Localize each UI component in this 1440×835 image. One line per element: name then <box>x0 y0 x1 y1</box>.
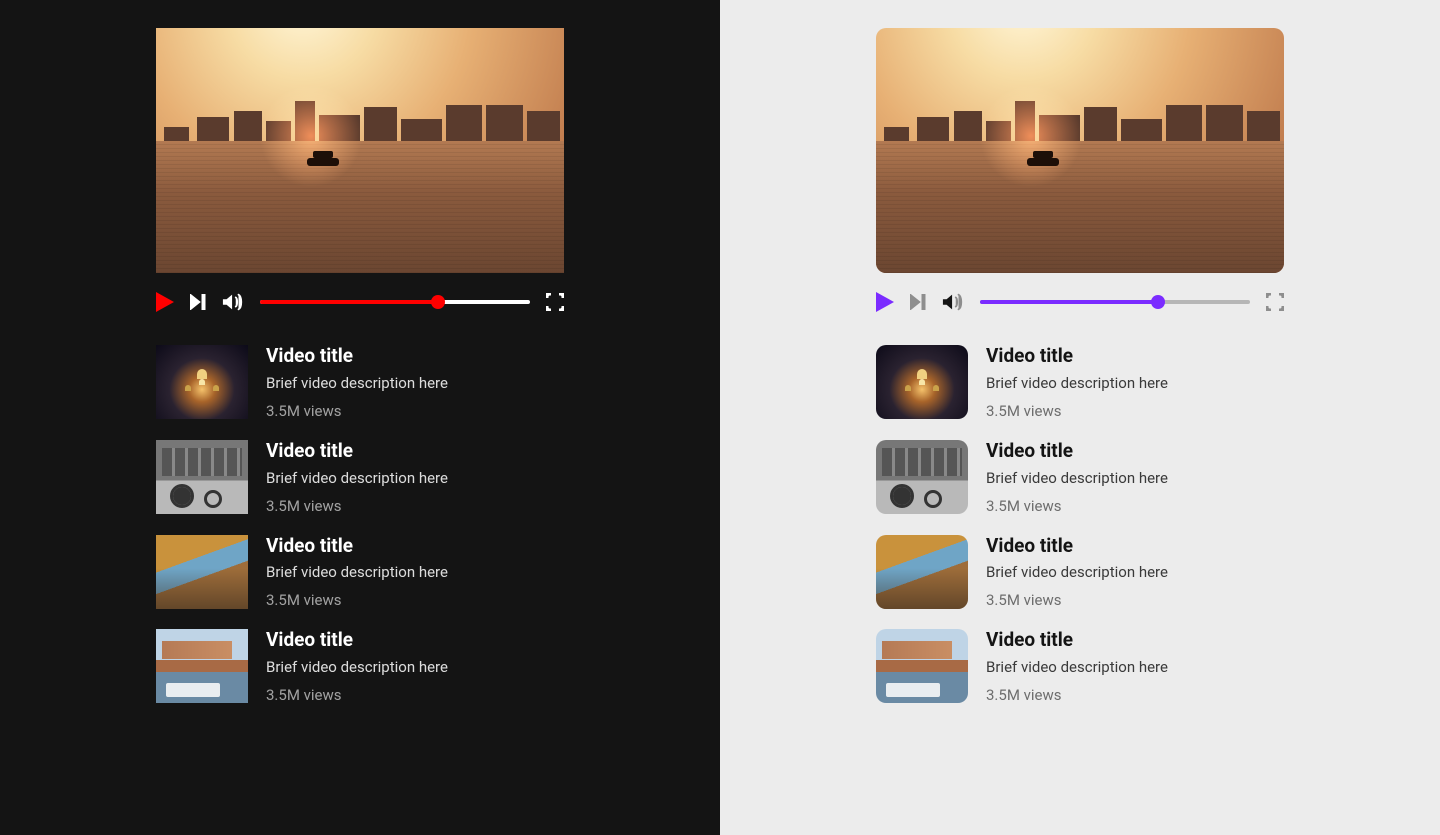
video-thumbnail <box>876 535 968 609</box>
video-views: 3.5M views <box>266 591 448 609</box>
video-views: 3.5M views <box>986 402 1168 420</box>
video-description: Brief video description here <box>986 469 1168 487</box>
video-list-item[interactable]: Video title Brief video description here… <box>156 440 564 515</box>
video-title: Video title <box>266 345 448 368</box>
video-list-item[interactable]: Video title Brief video description here… <box>156 535 564 610</box>
player-frame[interactable] <box>876 28 1284 273</box>
video-description: Brief video description here <box>266 469 448 487</box>
video-description: Brief video description here <box>986 563 1168 581</box>
video-list-item[interactable]: Video title Brief video description here… <box>876 345 1284 420</box>
play-button[interactable] <box>156 292 174 312</box>
video-title: Video title <box>266 440 448 463</box>
video-thumbnail <box>156 535 248 609</box>
volume-button[interactable] <box>942 292 964 312</box>
progress-scrubber[interactable] <box>980 299 1250 305</box>
video-list-item[interactable]: Video title Brief video description here… <box>156 345 564 420</box>
player-controls <box>876 287 1284 317</box>
video-description: Brief video description here <box>986 374 1168 392</box>
video-list-item[interactable]: Video title Brief video description here… <box>876 535 1284 610</box>
video-thumbnail <box>876 629 968 703</box>
video-thumbnail <box>156 629 248 703</box>
video-views: 3.5M views <box>986 686 1168 704</box>
video-description: Brief video description here <box>266 563 448 581</box>
video-list-item[interactable]: Video title Brief video description here… <box>876 629 1284 704</box>
light-theme-panel: Video title Brief video description here… <box>720 0 1440 835</box>
video-views: 3.5M views <box>986 591 1168 609</box>
dark-theme-panel: Video title Brief video description here… <box>0 0 720 835</box>
video-views: 3.5M views <box>266 686 448 704</box>
progress-knob[interactable] <box>431 295 445 309</box>
progress-fill <box>260 300 438 304</box>
video-title: Video title <box>986 345 1168 368</box>
next-button[interactable] <box>190 294 206 310</box>
progress-fill <box>980 300 1158 304</box>
video-description: Brief video description here <box>986 658 1168 676</box>
video-description: Brief video description here <box>266 374 448 392</box>
video-list-item[interactable]: Video title Brief video description here… <box>156 629 564 704</box>
video-views: 3.5M views <box>986 497 1168 515</box>
video-title: Video title <box>986 440 1168 463</box>
player-controls <box>156 287 564 317</box>
video-thumbnail <box>156 440 248 514</box>
video-description: Brief video description here <box>266 658 448 676</box>
video-title: Video title <box>266 629 448 652</box>
fullscreen-button[interactable] <box>1266 293 1284 311</box>
play-button[interactable] <box>876 292 894 312</box>
video-title: Video title <box>266 535 448 558</box>
related-videos: Video title Brief video description here… <box>876 345 1284 704</box>
video-title: Video title <box>986 629 1168 652</box>
fullscreen-button[interactable] <box>546 293 564 311</box>
player-frame[interactable] <box>156 28 564 273</box>
related-videos: Video title Brief video description here… <box>156 345 564 704</box>
next-button[interactable] <box>910 294 926 310</box>
video-thumbnail <box>156 345 248 419</box>
video-thumbnail <box>876 345 968 419</box>
video-list-item[interactable]: Video title Brief video description here… <box>876 440 1284 515</box>
video-player <box>876 28 1284 317</box>
progress-scrubber[interactable] <box>260 299 530 305</box>
volume-button[interactable] <box>222 292 244 312</box>
video-thumbnail <box>876 440 968 514</box>
video-views: 3.5M views <box>266 497 448 515</box>
progress-knob[interactable] <box>1151 295 1165 309</box>
video-views: 3.5M views <box>266 402 448 420</box>
video-title: Video title <box>986 535 1168 558</box>
video-player <box>156 28 564 317</box>
